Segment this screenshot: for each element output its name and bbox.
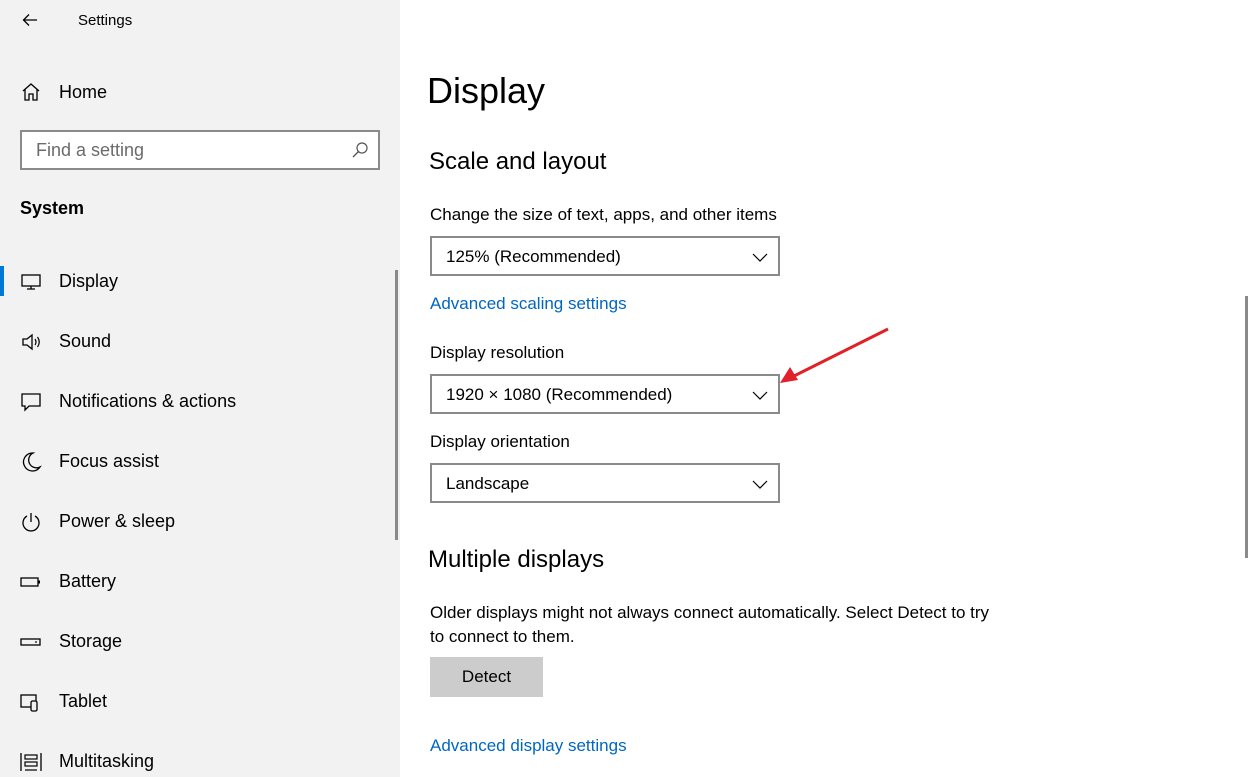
scale-dropdown[interactable]: 125% (Recommended) — [430, 236, 780, 276]
sidebar: Settings Home System Display Sound Notif… — [0, 0, 400, 777]
scale-value: 125% (Recommended) — [446, 247, 621, 266]
sidebar-item-sound[interactable]: Sound — [0, 312, 396, 372]
sidebar-item-label: Focus assist — [59, 451, 160, 471]
sidebar-item-label: Display — [59, 271, 119, 291]
app-title: Settings — [78, 12, 133, 29]
sidebar-item-label: Multitasking — [59, 751, 155, 771]
multiple-displays-description: Older displays might not always connect … — [430, 603, 990, 646]
chevron-down-icon — [752, 253, 768, 262]
sidebar-item-notifications[interactable]: Notifications & actions — [0, 372, 396, 432]
resolution-label: Display resolution — [430, 343, 565, 362]
size-label: Change the size of text, apps, and other… — [430, 205, 777, 224]
active-indicator — [0, 266, 4, 296]
chevron-down-icon — [752, 391, 768, 400]
advanced-display-link[interactable]: Advanced display settings — [430, 736, 627, 756]
sidebar-item-label: Notifications & actions — [59, 391, 237, 411]
back-arrow-icon — [22, 14, 37, 26]
sidebar-item-label: Storage — [59, 631, 123, 651]
orientation-value: Landscape — [446, 474, 530, 493]
sidebar-item-power-sleep[interactable]: Power & sleep — [0, 492, 396, 552]
nav-home[interactable]: Home — [0, 70, 400, 114]
search-icon[interactable] — [350, 140, 370, 160]
chevron-down-icon — [752, 480, 768, 489]
monitor-icon — [21, 274, 41, 290]
sidebar-item-label: Tablet — [59, 691, 108, 711]
section-heading-multiple-displays: Multiple displays — [428, 546, 605, 573]
main-scrollbar[interactable] — [1245, 296, 1248, 558]
orientation-label: Display orientation — [430, 432, 570, 451]
main-content: Display Scale and layout Change the size… — [400, 0, 1251, 777]
sidebar-item-multitasking[interactable]: Multitasking — [0, 732, 396, 777]
search-box — [20, 130, 380, 170]
power-icon — [22, 513, 40, 532]
page-title: Display — [427, 70, 546, 111]
sidebar-scrollbar[interactable] — [395, 270, 398, 540]
speaker-icon — [22, 333, 40, 351]
battery-icon — [20, 577, 40, 587]
notification-icon — [21, 393, 41, 412]
orientation-dropdown[interactable]: Landscape — [430, 463, 780, 503]
sidebar-item-focus-assist[interactable]: Focus assist — [0, 432, 396, 492]
moon-icon — [22, 452, 42, 472]
search-input[interactable] — [22, 132, 342, 168]
sidebar-item-display[interactable]: Display — [0, 252, 396, 312]
section-heading-scale-layout: Scale and layout — [429, 148, 607, 175]
sidebar-item-label: Sound — [59, 331, 112, 351]
home-icon — [22, 83, 40, 101]
sidebar-item-label: Power & sleep — [59, 511, 176, 531]
annotation-arrow-icon — [780, 327, 889, 383]
storage-icon — [20, 638, 41, 646]
sidebar-item-storage[interactable]: Storage — [0, 612, 396, 672]
advanced-scaling-link[interactable]: Advanced scaling settings — [430, 294, 627, 314]
resolution-dropdown[interactable]: 1920 × 1080 (Recommended) — [430, 374, 780, 414]
section-heading-system: System — [20, 198, 85, 218]
home-label: Home — [59, 82, 108, 102]
multitasking-icon — [20, 753, 42, 771]
sidebar-item-tablet[interactable]: Tablet — [0, 672, 396, 732]
sidebar-item-label: Battery — [59, 571, 117, 591]
sidebar-item-battery[interactable]: Battery — [0, 552, 396, 612]
resolution-value: 1920 × 1080 (Recommended) — [446, 385, 673, 404]
tablet-icon — [20, 694, 38, 712]
title-bar: Settings — [0, 0, 400, 40]
back-button[interactable] — [16, 6, 44, 34]
detect-button[interactable]: Detect — [430, 657, 543, 697]
nav-list: Display Sound Notifications & actions Fo… — [0, 252, 396, 777]
